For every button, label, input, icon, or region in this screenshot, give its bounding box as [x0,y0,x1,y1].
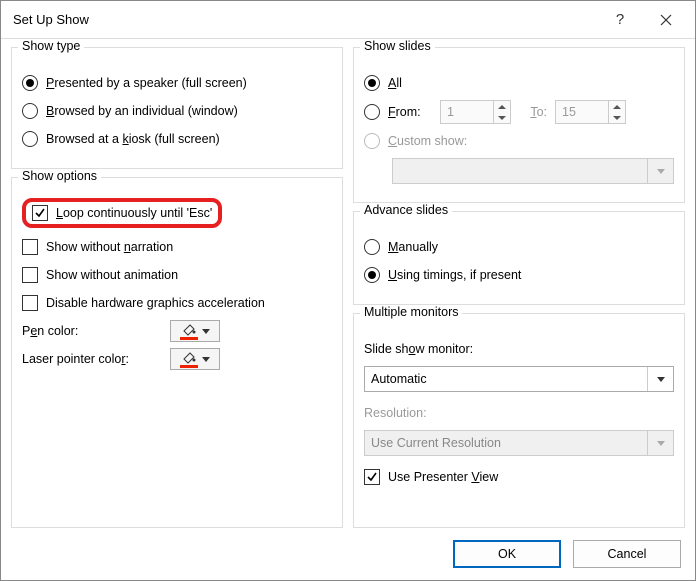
radio-label: Using timings, if present [388,268,521,282]
paint-bucket-icon [181,322,197,336]
legend-show-options: Show options [18,169,101,183]
dialog-footer: OK Cancel [1,528,695,580]
group-show-slides: Show slides All From: 1 To: 15 [353,47,685,203]
radio-all-slides[interactable]: All [364,72,674,94]
radio-icon [364,267,380,283]
chevron-down-icon [647,431,673,455]
chevron-down-icon [202,357,210,362]
radio-using-timings[interactable]: Using timings, if present [364,264,674,286]
legend-advance: Advance slides [360,203,452,217]
radio-icon [364,104,380,120]
to-label: To: [519,105,547,119]
resolution-label: Resolution: [364,406,427,420]
pen-color-label: Pen color: [22,324,162,338]
monitor-label: Slide show monitor: [364,342,473,356]
radio-custom-show: Custom show: [364,130,674,152]
radio-label: Custom show: [388,134,467,148]
checkbox-label: Loop continuously until 'Esc' [56,206,212,220]
titlebar: Set Up Show ? [1,1,695,39]
close-icon [660,14,672,26]
resolution-value: Use Current Resolution [365,431,647,455]
from-spinner[interactable]: 1 [440,100,511,124]
resolution-combo: Use Current Resolution [364,430,674,456]
chevron-down-icon [647,367,673,391]
check-icon [366,471,378,483]
spin-down[interactable] [494,112,510,123]
dialog-title: Set Up Show [13,12,597,27]
pen-color-button[interactable] [170,320,220,342]
paint-bucket-icon [181,350,197,364]
checkbox-label: Show without animation [46,268,178,282]
checkbox-without-narration [22,239,38,255]
highlight-loop: Loop continuously until 'Esc' [22,198,222,228]
spin-up[interactable] [609,101,625,112]
row-laser-color: Laser pointer color: [22,348,332,370]
checkbox-loop[interactable] [32,205,48,221]
radio-icon [22,131,38,147]
spin-down[interactable] [609,112,625,123]
row-pen-color: Pen color: [22,320,332,342]
laser-color-label: Laser pointer color: [22,352,162,366]
help-button[interactable]: ? [597,5,643,35]
radio-icon [364,75,380,91]
legend-monitors: Multiple monitors [360,305,462,319]
check-icon [34,207,46,219]
spin-up[interactable] [494,101,510,112]
checkbox-disable-hw [22,295,38,311]
radio-label: Browsed at a kiosk (full screen) [46,132,220,146]
setup-show-dialog: Set Up Show ? Show type Presented by a s… [0,0,696,581]
checkbox-presenter-view-row[interactable]: Use Presenter View [364,466,674,488]
legend-show-type: Show type [18,39,84,53]
legend-show-slides: Show slides [360,39,435,53]
group-advance-slides: Advance slides Manually Using timings, i… [353,211,685,305]
radio-icon [364,239,380,255]
checkbox-presenter-view [364,469,380,485]
pen-color-swatch [180,337,198,340]
radio-label: Manually [388,240,438,254]
cancel-button[interactable]: Cancel [573,540,681,568]
group-show-options: Show options Loop continuously until 'Es… [11,177,343,528]
radio-browsed-individual[interactable]: Browsed by an individual (window) [22,100,332,122]
from-label: From: [388,105,432,119]
chevron-down-icon [202,329,210,334]
close-button[interactable] [643,5,689,35]
radio-icon [22,103,38,119]
ok-button[interactable]: OK [453,540,561,568]
radio-presented-speaker[interactable]: Presented by a speaker (full screen) [22,72,332,94]
checkbox-without-animation-row[interactable]: Show without animation [22,264,332,286]
row-custom-combo [364,158,674,184]
radio-label: Presented by a speaker (full screen) [46,76,247,90]
radio-icon [22,75,38,91]
radio-icon [364,133,380,149]
to-value: 15 [556,101,608,123]
radio-label: All [388,76,402,90]
from-value: 1 [441,101,493,123]
checkbox-disable-hw-row[interactable]: Disable hardware graphics acceleration [22,292,332,314]
checkbox-without-narration-row[interactable]: Show without narration [22,236,332,258]
checkbox-label: Use Presenter View [388,470,498,484]
checkbox-without-animation [22,267,38,283]
radio-manually[interactable]: Manually [364,236,674,258]
group-multiple-monitors: Multiple monitors Slide show monitor: Au… [353,313,685,528]
custom-show-combo [392,158,674,184]
radio-label: Browsed by an individual (window) [46,104,238,118]
custom-show-value [393,159,647,183]
radio-from-to[interactable]: From: 1 To: 15 [364,100,674,124]
laser-color-button[interactable] [170,348,220,370]
row-monitor-label: Slide show monitor: [364,338,674,360]
checkbox-label: Show without narration [46,240,173,254]
to-spinner[interactable]: 15 [555,100,626,124]
chevron-down-icon [647,159,673,183]
monitor-combo[interactable]: Automatic [364,366,674,392]
radio-browsed-kiosk[interactable]: Browsed at a kiosk (full screen) [22,128,332,150]
monitor-value: Automatic [365,367,647,391]
laser-color-swatch [180,365,198,368]
checkbox-label: Disable hardware graphics acceleration [46,296,265,310]
row-resolution-label: Resolution: [364,402,674,424]
group-show-type: Show type Presented by a speaker (full s… [11,47,343,169]
